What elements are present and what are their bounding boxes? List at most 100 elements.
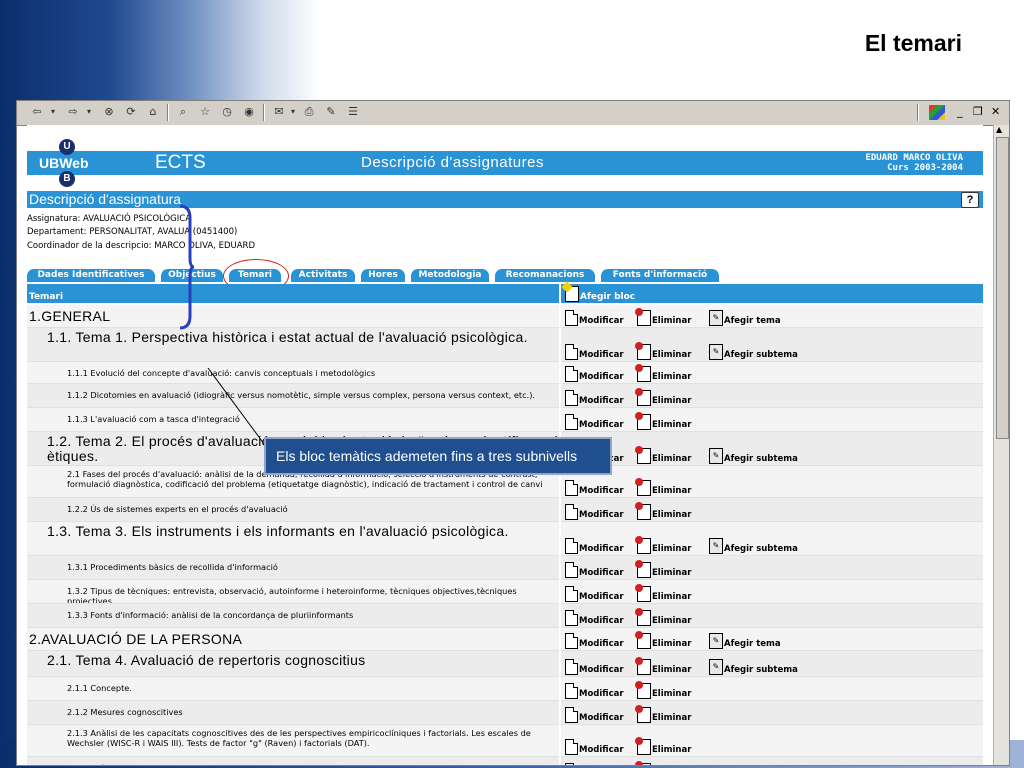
document-icon [565,310,578,326]
add-topic-button[interactable]: ✎ Afegir tema [709,633,781,649]
modify-button[interactable]: Modificar [565,683,624,699]
forward-dropdown-icon[interactable]: ▾ [85,104,93,120]
modify-button[interactable]: Modificar [565,763,624,765]
topic-text: 1.3.1 Procediments bàsics de recollida d… [67,562,278,572]
delete-button[interactable]: Eliminar [635,446,691,464]
row-actions: Modificar Eliminar [561,408,983,432]
favorites-icon[interactable]: ☆ [197,104,213,120]
modify-button[interactable]: Modificar [565,538,624,554]
stop-icon[interactable]: ⊗ [101,104,117,120]
modify-button[interactable]: Modificar [565,586,624,602]
tab-metodologia[interactable]: Metodologia [411,269,489,282]
tab-dades-identificatives[interactable]: Dades Identificatives [27,269,155,282]
delete-button[interactable]: Eliminar [635,631,691,649]
subtopic-row: 1.1.1 Evolució del concepte d'avaluació:… [27,362,559,384]
modify-button[interactable]: Modificar [565,366,624,382]
scroll-up-icon[interactable]: ▲ [996,125,1002,134]
topic-text: 1.1.3 L'avaluació com a tasca d'integrac… [67,414,240,424]
history-icon[interactable]: ◷ [219,104,235,120]
back-icon[interactable]: ⇦ [27,104,47,120]
delete-button[interactable]: Eliminar [635,478,691,496]
mail-icon[interactable]: ✉ [271,104,287,120]
course-year: Curs 2003-2004 [887,163,963,173]
delete-button[interactable]: Eliminar [635,584,691,602]
add-subtopic-button[interactable]: ✎ Afegir subtema [709,659,798,675]
delete-icon [635,478,651,496]
delete-icon [635,631,651,649]
document-icon [565,366,578,382]
add-item-icon: ✎ [709,633,723,649]
document-icon [565,344,578,360]
add-block-button[interactable]: Afegir bloc [565,286,635,302]
add-item-icon: ✎ [709,448,723,464]
modify-button[interactable]: Modificar [565,739,624,755]
restore-icon[interactable]: ❐ [973,105,983,118]
delete-button[interactable]: Eliminar [635,502,691,520]
modify-button[interactable]: Modificar [565,310,624,326]
delete-button[interactable]: Eliminar [635,681,691,699]
section-title: Descripció d'assignatura [29,191,182,207]
back-dropdown-icon[interactable]: ▾ [49,104,57,120]
tab-fonts-informacio[interactable]: Fonts d'informació [601,269,719,282]
modify-button[interactable]: Modificar [565,504,624,520]
section-title-bar: Descripció d'assignatura ? [27,191,983,208]
row-actions: Modificar Eliminar [561,677,983,701]
delete-button[interactable]: Eliminar [635,560,691,578]
add-subtopic-button[interactable]: ✎ Afegir subtema [709,344,798,360]
subtopic-row: 2.1.4 Anàlisi dels processos cognoscitiu… [27,757,559,765]
mail-dropdown-icon[interactable]: ▾ [289,104,297,120]
subtopic-row: 1.1.3 L'avaluació com a tasca d'integrac… [27,408,559,432]
delete-button[interactable]: Eliminar [635,364,691,382]
search-icon[interactable]: ⌕ [175,104,191,120]
delete-button[interactable]: Eliminar [635,536,691,554]
print-icon[interactable]: ⎙ [301,104,317,120]
topic-text: 1.1. Tema 1. Perspectiva històrica i est… [47,329,528,345]
discuss-icon[interactable]: ☰ [345,104,361,120]
document-icon [565,390,578,406]
modify-button[interactable]: Modificar [565,659,624,675]
refresh-icon[interactable]: ⟳ [123,104,139,120]
delete-button[interactable]: Eliminar [635,388,691,406]
modify-button[interactable]: Modificar [565,414,624,430]
help-icon[interactable]: ? [961,192,979,208]
add-subtopic-button[interactable]: ✎ Afegir subtema [709,538,798,554]
add-subtopic-button[interactable]: ✎ Afegir subtema [709,448,798,464]
topic-text: 2.1.2 Mesures cognoscitives [67,707,183,717]
subtopic-row: 1.3.3 Fonts d'informació: anàlisi de la … [27,604,559,628]
windows-logo-icon [929,105,945,120]
modify-button[interactable]: Modificar [565,633,624,649]
minimize-icon[interactable]: _ [957,105,963,118]
modify-button[interactable]: Modificar [565,390,624,406]
delete-button[interactable]: Eliminar [635,412,691,430]
edit-icon[interactable]: ✎ [323,104,339,120]
tab-activitats[interactable]: Activitats [291,269,355,282]
tab-recomanacions[interactable]: Recomanacions [495,269,595,282]
delete-button[interactable]: Eliminar [635,737,691,755]
delete-button[interactable]: Eliminar [635,308,691,326]
topic-text: 1.1.2 Dicotomies en avaluació (idiogràfi… [67,390,536,400]
delete-button[interactable]: Eliminar [635,657,691,675]
delete-icon [635,412,651,430]
scrollbar-thumb[interactable] [996,137,1009,439]
topic-row: 1.3. Tema 3. Els instruments i els infor… [27,522,559,556]
subtopic-row: 2.1.2 Mesures cognoscitives [27,701,559,725]
modify-button[interactable]: Modificar [565,707,624,723]
tab-hores[interactable]: Hores [361,269,405,282]
modify-button[interactable]: Modificar [565,562,624,578]
modify-button[interactable]: Modificar [565,480,624,496]
modify-button[interactable]: Modificar [565,344,624,360]
forward-icon[interactable]: ⇨ [63,104,83,120]
media-icon[interactable]: ◉ [241,104,257,120]
modify-button[interactable]: Modificar [565,610,624,626]
close-icon[interactable]: ✕ [991,105,1000,118]
vertical-scrollbar[interactable]: ▲ [993,125,1009,765]
delete-button[interactable]: Eliminar [635,705,691,723]
add-block-icon [565,286,579,302]
home-icon[interactable]: ⌂ [145,104,161,120]
add-topic-button[interactable]: ✎ Afegir tema [709,310,781,326]
delete-button[interactable]: Eliminar [635,342,691,360]
document-icon [565,504,578,520]
delete-button[interactable]: Eliminar [635,608,691,626]
delete-icon [635,560,651,578]
delete-button[interactable]: Eliminar [635,761,691,765]
